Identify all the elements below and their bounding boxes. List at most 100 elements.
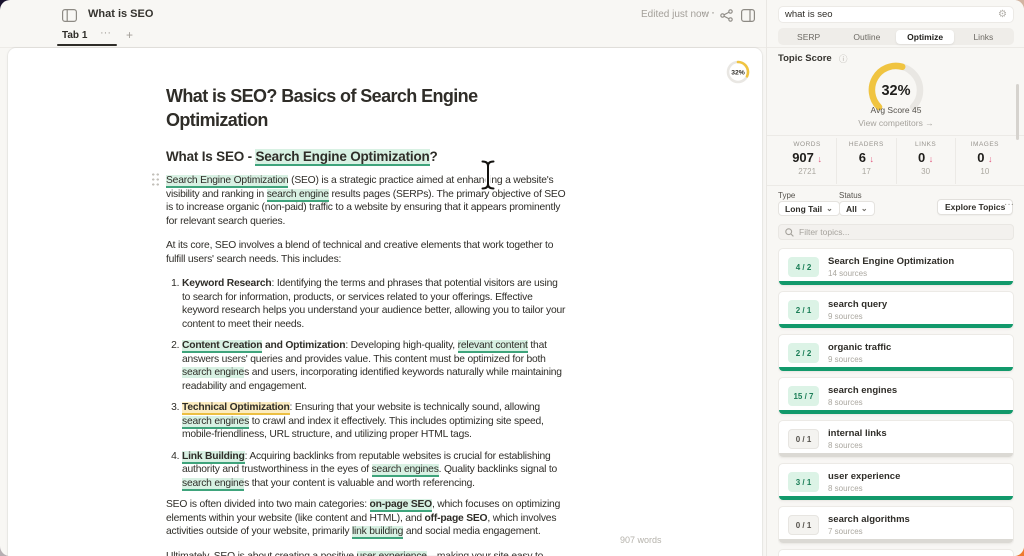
text-segment: link building bbox=[351, 526, 404, 539]
topic-ratio-badge: 2 / 1 bbox=[788, 300, 819, 320]
badge-score-value: 32% bbox=[731, 69, 745, 76]
panel-toggle-icon[interactable] bbox=[741, 9, 755, 22]
divider bbox=[767, 135, 1024, 136]
topic-card[interactable]: 15 / 7 search engines 8 sources bbox=[778, 377, 1014, 415]
tab-1[interactable]: Tab 1 bbox=[62, 30, 87, 41]
stat-label: IMAGES bbox=[970, 141, 1000, 148]
topic-card[interactable]: 2 / 2 organic traffic 9 sources bbox=[778, 334, 1014, 372]
info-icon[interactable]: ⓘ bbox=[839, 53, 848, 65]
text-segment: search engines bbox=[182, 415, 250, 429]
topic-progress-bar bbox=[779, 281, 1013, 285]
tab-links[interactable]: Links bbox=[954, 30, 1012, 44]
stat-label: HEADERS bbox=[848, 141, 884, 148]
arrow-down-icon: ↓ bbox=[817, 154, 823, 164]
topic-ratio-badge: 0 / 1 bbox=[788, 429, 819, 449]
doc-paragraph-2[interactable]: At its core, SEO involves a blend of tec… bbox=[166, 239, 568, 266]
topic-progress-bar bbox=[779, 324, 1013, 328]
topic-name: search query bbox=[828, 299, 888, 310]
active-tab-indicator bbox=[57, 44, 117, 46]
doc-paragraph-4[interactable]: Ultimately, SEO is about creating a posi… bbox=[166, 550, 568, 556]
stat-column: IMAGES 0 ↓ 10 bbox=[956, 138, 1014, 184]
topic-name: search algorithms bbox=[828, 514, 910, 525]
doc-paragraph-3[interactable]: SEO is often divided into two main categ… bbox=[166, 498, 568, 539]
chevron-down-icon: ⌄ bbox=[826, 204, 833, 213]
tab-outline[interactable]: Outline bbox=[838, 30, 896, 44]
add-tab-button[interactable]: + bbox=[126, 28, 133, 42]
divider bbox=[767, 47, 1024, 48]
document-body[interactable]: What is SEO? Basics of Search Engine Opt… bbox=[166, 84, 568, 556]
text-segment: Search Engine Optimization bbox=[166, 175, 289, 188]
content-stats: WORDS 907 ↓ 2721 HEADERS 6 ↓ 17 LINKS 0 … bbox=[778, 138, 1014, 184]
text-segment: off-page SEO bbox=[424, 512, 488, 524]
topic-card[interactable]: 0 / 1 search algorithms 7 sources bbox=[778, 506, 1014, 544]
topic-card[interactable]: 3 / 1 user experience 8 sources bbox=[778, 463, 1014, 501]
status-dropdown-value: All bbox=[846, 203, 857, 214]
arrow-down-icon: ↓ bbox=[928, 154, 934, 164]
status-filter-label: Status bbox=[839, 191, 862, 200]
doc-list-item-1[interactable]: Keyword Research: Identifying the terms … bbox=[182, 277, 568, 331]
tab-optimize[interactable]: Optimize bbox=[896, 29, 955, 44]
topic-sources: 8 sources bbox=[828, 398, 863, 407]
sidebar-toggle-icon[interactable] bbox=[62, 9, 77, 22]
search-icon bbox=[785, 227, 794, 237]
doc-list-item-3[interactable]: Technical Optimization: Ensuring that yo… bbox=[182, 401, 568, 442]
text-segment: Search Engine Optimization bbox=[255, 149, 430, 166]
text-segment: Keyword Research bbox=[182, 278, 272, 289]
topic-sources: 8 sources bbox=[828, 441, 863, 450]
query-search-box[interactable]: ⚙ bbox=[778, 6, 1014, 23]
text-segment: on-page SEO bbox=[369, 499, 432, 512]
tab-more-icon[interactable]: ··· bbox=[100, 27, 111, 39]
topic-card[interactable]: 2 / 1 search query 9 sources bbox=[778, 291, 1014, 329]
block-drag-handle-icon[interactable] bbox=[151, 172, 160, 186]
avg-score: Avg Score 45 bbox=[870, 105, 922, 115]
text-segment: search engine bbox=[182, 477, 245, 491]
doc-heading-2[interactable]: What Is SEO - Search Engine Optimization… bbox=[166, 148, 568, 166]
doc-list-item-4[interactable]: Link Building: Acquiring backlinks from … bbox=[182, 450, 568, 491]
app-window: What is SEO Edited just now ··· Tab 1 ··… bbox=[0, 0, 1024, 556]
document-title: What is SEO bbox=[88, 8, 154, 20]
topic-ratio-badge: 3 / 1 bbox=[788, 472, 819, 492]
topic-card-partial[interactable] bbox=[778, 549, 1014, 556]
edited-status: Edited just now bbox=[641, 9, 709, 20]
topic-list: 4 / 2 Search Engine Optimization 14 sour… bbox=[778, 248, 1014, 556]
chevron-down-icon: ⌄ bbox=[860, 204, 868, 213]
document-more-icon[interactable]: ··· bbox=[701, 5, 716, 19]
editor-canvas[interactable]: What is SEO? Basics of Search Engine Opt… bbox=[8, 48, 762, 556]
stat-value: 0 ↓ bbox=[917, 150, 934, 165]
topic-sources: 14 sources bbox=[828, 269, 868, 278]
status-dropdown[interactable]: All ⌄ bbox=[839, 201, 875, 216]
doc-paragraph-1[interactable]: Search Engine Optimization (SEO) is a st… bbox=[166, 174, 568, 228]
gear-icon[interactable]: ⚙ bbox=[998, 9, 1007, 20]
topic-progress-bar bbox=[779, 367, 1013, 371]
topic-card[interactable]: 4 / 2 Search Engine Optimization 14 sour… bbox=[778, 248, 1014, 286]
type-dropdown[interactable]: Long Tail ⌄ bbox=[778, 201, 840, 216]
topics-more-icon[interactable]: ··· bbox=[1004, 199, 1014, 210]
tab-serp[interactable]: SERP bbox=[780, 30, 838, 44]
topic-name: internal links bbox=[828, 428, 887, 439]
doc-heading-1[interactable]: What is SEO? Basics of Search Engine Opt… bbox=[166, 84, 568, 132]
query-input[interactable] bbox=[785, 9, 999, 20]
text-segment: search engines bbox=[371, 464, 439, 477]
panel-scrollbar[interactable] bbox=[1016, 84, 1019, 140]
share-icon[interactable] bbox=[720, 9, 733, 22]
arrow-down-icon: ↓ bbox=[988, 154, 993, 164]
stat-target: 17 bbox=[861, 167, 871, 176]
stat-label: WORDS bbox=[793, 141, 821, 148]
text-segment: Content Creation bbox=[182, 340, 263, 353]
view-competitors-link[interactable]: View competitors → bbox=[767, 118, 1024, 128]
type-dropdown-value: Long Tail bbox=[785, 203, 823, 214]
text-segment: : Developing high-quality, bbox=[345, 340, 458, 351]
topic-info: internal links 8 sources bbox=[828, 428, 887, 450]
topic-filter-box[interactable] bbox=[778, 224, 1014, 240]
text-segment: and Optimization bbox=[262, 340, 346, 351]
topic-progress-bar bbox=[779, 453, 1013, 457]
optimize-panel: ⚙ SERP Outline Optimize Links Topic Scor… bbox=[766, 0, 1024, 556]
doc-list-item-2[interactable]: Content Creation and Optimization: Devel… bbox=[182, 339, 568, 393]
stat-value: 907 ↓ bbox=[792, 150, 823, 165]
topic-score-label: Topic Score bbox=[778, 53, 832, 64]
floating-score-badge[interactable]: 32% bbox=[725, 59, 751, 85]
gauge-score-value: 32% bbox=[881, 83, 910, 99]
explore-topics-button[interactable]: Explore Topics bbox=[937, 199, 1014, 215]
topic-filter-input[interactable] bbox=[799, 227, 1007, 237]
topic-card[interactable]: 0 / 1 internal links 8 sources bbox=[778, 420, 1014, 458]
